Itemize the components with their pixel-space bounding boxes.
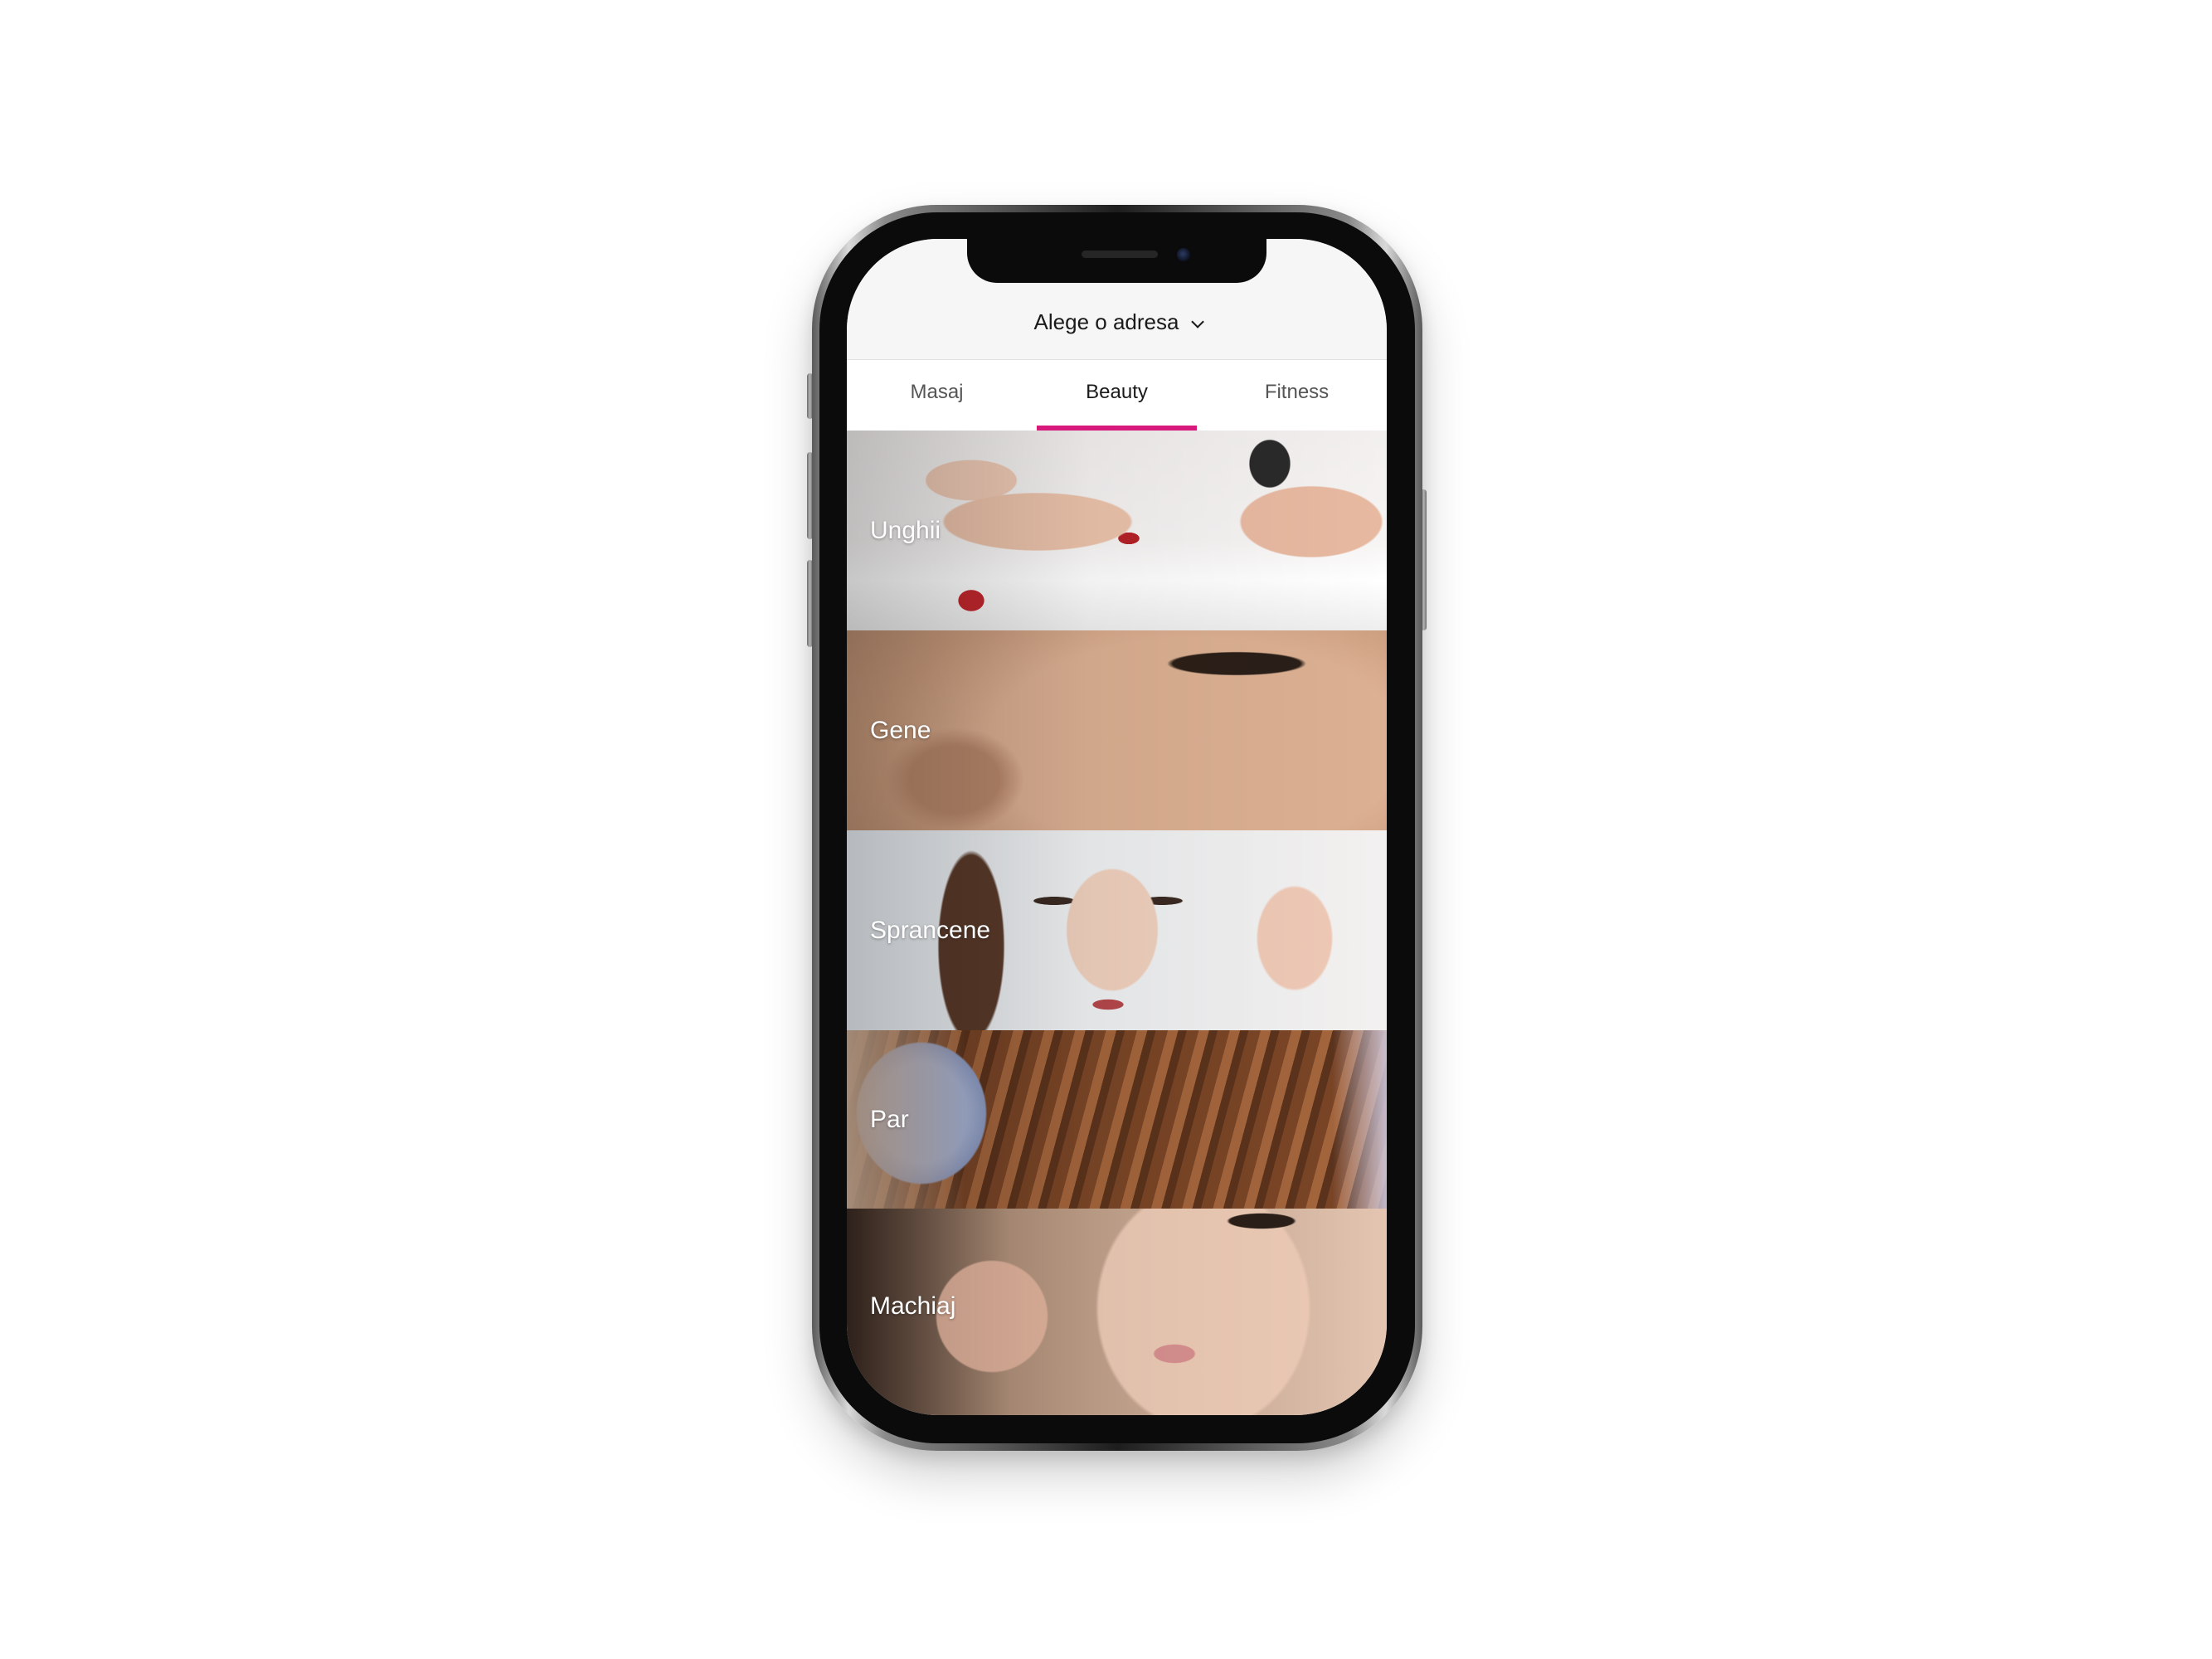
device-mockup-stage: Alege o adresa Masaj Beauty Fitness Ungh… <box>0 0 2212 1659</box>
tab-fitness[interactable]: Fitness <box>1207 360 1387 431</box>
app-screen: Alege o adresa Masaj Beauty Fitness Ungh… <box>847 239 1387 1415</box>
category-label: Par <box>870 1105 909 1133</box>
category-unghii[interactable]: Unghii <box>847 431 1387 630</box>
image-shade <box>847 1030 1387 1209</box>
front-camera <box>1177 248 1190 261</box>
category-par[interactable]: Par <box>847 1030 1387 1209</box>
tab-label: Masaj <box>910 381 964 403</box>
speaker-grille <box>1082 251 1158 258</box>
service-category-list: Unghii Gene Sprancene Par Machiaj <box>847 431 1387 1415</box>
tab-beauty[interactable]: Beauty <box>1027 360 1207 431</box>
chevron-down-icon <box>1191 315 1205 328</box>
tab-masaj[interactable]: Masaj <box>847 360 1027 431</box>
category-gene[interactable]: Gene <box>847 630 1387 830</box>
tab-label: Beauty <box>1086 381 1148 403</box>
category-sprancene[interactable]: Sprancene <box>847 830 1387 1030</box>
phone-notch <box>967 239 1266 283</box>
tab-label: Fitness <box>1264 381 1330 403</box>
category-label: Unghii <box>870 516 941 544</box>
category-machiaj[interactable]: Machiaj <box>847 1209 1387 1415</box>
category-label: Gene <box>870 716 931 744</box>
address-label: Alege o adresa <box>1033 309 1179 334</box>
category-label: Machiaj <box>870 1292 956 1320</box>
address-selector[interactable]: Alege o adresa <box>847 309 1387 335</box>
category-label: Sprancene <box>870 916 991 944</box>
category-tabs: Masaj Beauty Fitness <box>847 360 1387 431</box>
